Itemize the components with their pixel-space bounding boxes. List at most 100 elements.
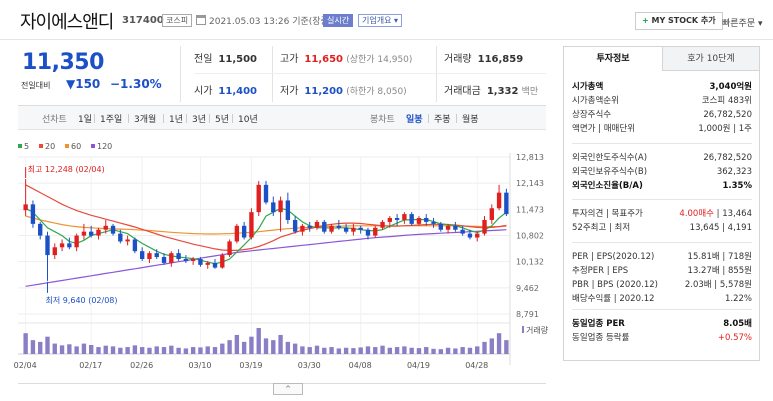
volume-bar <box>132 345 138 354</box>
add-my-stock-label: MY STOCK 추가 <box>651 16 716 25</box>
candle-body <box>300 225 305 232</box>
info-row-label: 상장주식수 <box>572 110 612 120</box>
range-3y[interactable]: 3년 <box>192 112 206 125</box>
candle-body <box>74 235 79 248</box>
info-row: 액면가 | 매매단위 1,000원 | 1주 <box>572 122 752 136</box>
candle-body <box>52 247 57 256</box>
info-row-label: 동일업종 등락률 <box>572 333 630 343</box>
volume-bar <box>190 347 196 354</box>
range-5y[interactable]: 5년 <box>215 112 229 125</box>
tab-orderbook[interactable]: 호가 10단계 <box>662 47 759 71</box>
y-tick-label: 12,143 <box>516 179 544 188</box>
info-row-label: 52주최고 | 최저 <box>572 223 631 233</box>
x-tick-label: 03/19 <box>239 361 262 370</box>
candle-body <box>45 235 50 256</box>
info-row: 동일업종 등락률 +0.57% <box>572 331 752 345</box>
info-row: 동일업종 PER 8.05배 <box>572 317 752 331</box>
volume-bar <box>118 347 123 354</box>
realtime-tag[interactable]: 실시간 <box>323 14 354 27</box>
volume-bar <box>45 336 50 354</box>
info-row: 배당수익률 | 2020.12 1.22% <box>572 292 752 306</box>
candle-body <box>89 231 94 236</box>
x-tick-label: 04/08 <box>349 361 372 370</box>
candle-body <box>103 225 108 230</box>
volume-bar <box>234 334 240 354</box>
volume-bar <box>373 347 378 354</box>
change-percent: −1.30% <box>110 77 162 91</box>
quick-order-button[interactable]: 빠른주문 ▾ <box>722 16 763 29</box>
volume-bar <box>161 347 167 354</box>
range-3m[interactable]: 3개월 <box>134 112 156 125</box>
interval-daily[interactable]: 일봉 <box>406 112 423 125</box>
candle-body <box>496 192 502 209</box>
x-tick-label: 04/28 <box>465 361 488 370</box>
volume-bar <box>431 348 436 354</box>
info-row-label: 추정PER | EPS <box>572 266 629 276</box>
interval-weekly[interactable]: 주봉 <box>434 112 451 125</box>
candle-body <box>249 212 254 238</box>
x-tick-label: 03/10 <box>188 361 211 370</box>
legend-label: 60 <box>71 142 81 151</box>
price-summary: 11,350 전일대비 ▼150 −1.30% 전일 11,500 고가 11,65… <box>18 40 546 106</box>
chart-expand-handle[interactable]: ^ <box>273 383 303 395</box>
volume-bar <box>322 347 327 354</box>
volume-bar <box>336 348 342 354</box>
y-tick-label: 11,473 <box>516 205 544 214</box>
range-10y[interactable]: 10년 <box>238 112 258 125</box>
y-tick-label: 12,813 <box>516 153 544 162</box>
volume-bar <box>125 347 130 354</box>
divider <box>428 114 429 123</box>
prev-close: 전일 11,500 <box>194 54 257 65</box>
candle-chart-label: 봉차트 <box>370 115 395 125</box>
min-annotation: 최저 9,640 (02/08) <box>45 295 117 305</box>
volume-bar <box>205 346 210 354</box>
line-chart-label: 선차트 <box>42 115 67 125</box>
volume-bar <box>424 347 429 354</box>
volume-bar <box>147 347 152 354</box>
candle-body <box>358 227 363 230</box>
candle-body <box>504 192 509 215</box>
candle-body <box>263 184 269 203</box>
volume-bar <box>394 347 400 354</box>
candle-body <box>118 233 123 242</box>
stock-quote-page: 자이에스앤디 317400 코스피 2021.05.03 13:26 기준(장중… <box>0 0 773 401</box>
add-my-stock-button[interactable]: + MY STOCK 추가 <box>635 12 723 30</box>
open-price: 시가 11,400 <box>194 86 257 97</box>
divider <box>436 46 437 102</box>
info-row-label: 동일업종 PER <box>572 319 625 329</box>
info-row: 투자의견 | 목표주가 4.00매수 | 13,464 <box>572 207 752 221</box>
info-row-label: 액면가 | 매매단위 <box>572 124 636 134</box>
candle-body <box>489 208 494 220</box>
divider <box>572 309 752 310</box>
volume-bar <box>504 340 509 354</box>
info-row: 외국인한도주식수(A) 26,782,520 <box>572 151 752 165</box>
range-1d[interactable]: 1일 <box>78 112 92 125</box>
divider <box>128 114 129 123</box>
range-1w[interactable]: 1주일 <box>100 112 122 125</box>
candle-body <box>30 204 36 224</box>
divider <box>232 114 233 123</box>
info-row-label: 외국인소진율(B/A) <box>572 181 643 191</box>
range-1y[interactable]: 1년 <box>169 112 183 125</box>
volume-bar <box>380 345 385 354</box>
volume-bar <box>402 346 407 354</box>
volume: 거래량 116,859 <box>444 54 524 65</box>
company-overview-button[interactable]: 기업개요 ▾ <box>358 14 402 27</box>
info-row-value: +0.57% <box>717 333 752 343</box>
interval-monthly[interactable]: 월봉 <box>462 112 479 125</box>
volume-bar <box>52 343 57 354</box>
candle-body <box>314 221 320 228</box>
candle-body <box>220 255 225 268</box>
volume-bar <box>89 344 94 354</box>
candle-body <box>402 214 407 220</box>
x-tick-label: 02/04 <box>14 361 37 370</box>
candle-body <box>256 184 261 213</box>
info-row: 추정PER | EPS 13.27배 | 855원 <box>572 264 752 278</box>
price-chart[interactable]: 5 20 60 120 12,813 12,143 11,473 10,802 10,132 9,… <box>0 140 560 380</box>
candle-body <box>278 200 283 213</box>
volume-bar <box>249 336 254 354</box>
tab-investment-info[interactable]: 투자정보 <box>564 47 662 71</box>
volume-bar <box>292 343 298 354</box>
volume-bar <box>278 334 283 354</box>
candle-body <box>351 227 356 232</box>
